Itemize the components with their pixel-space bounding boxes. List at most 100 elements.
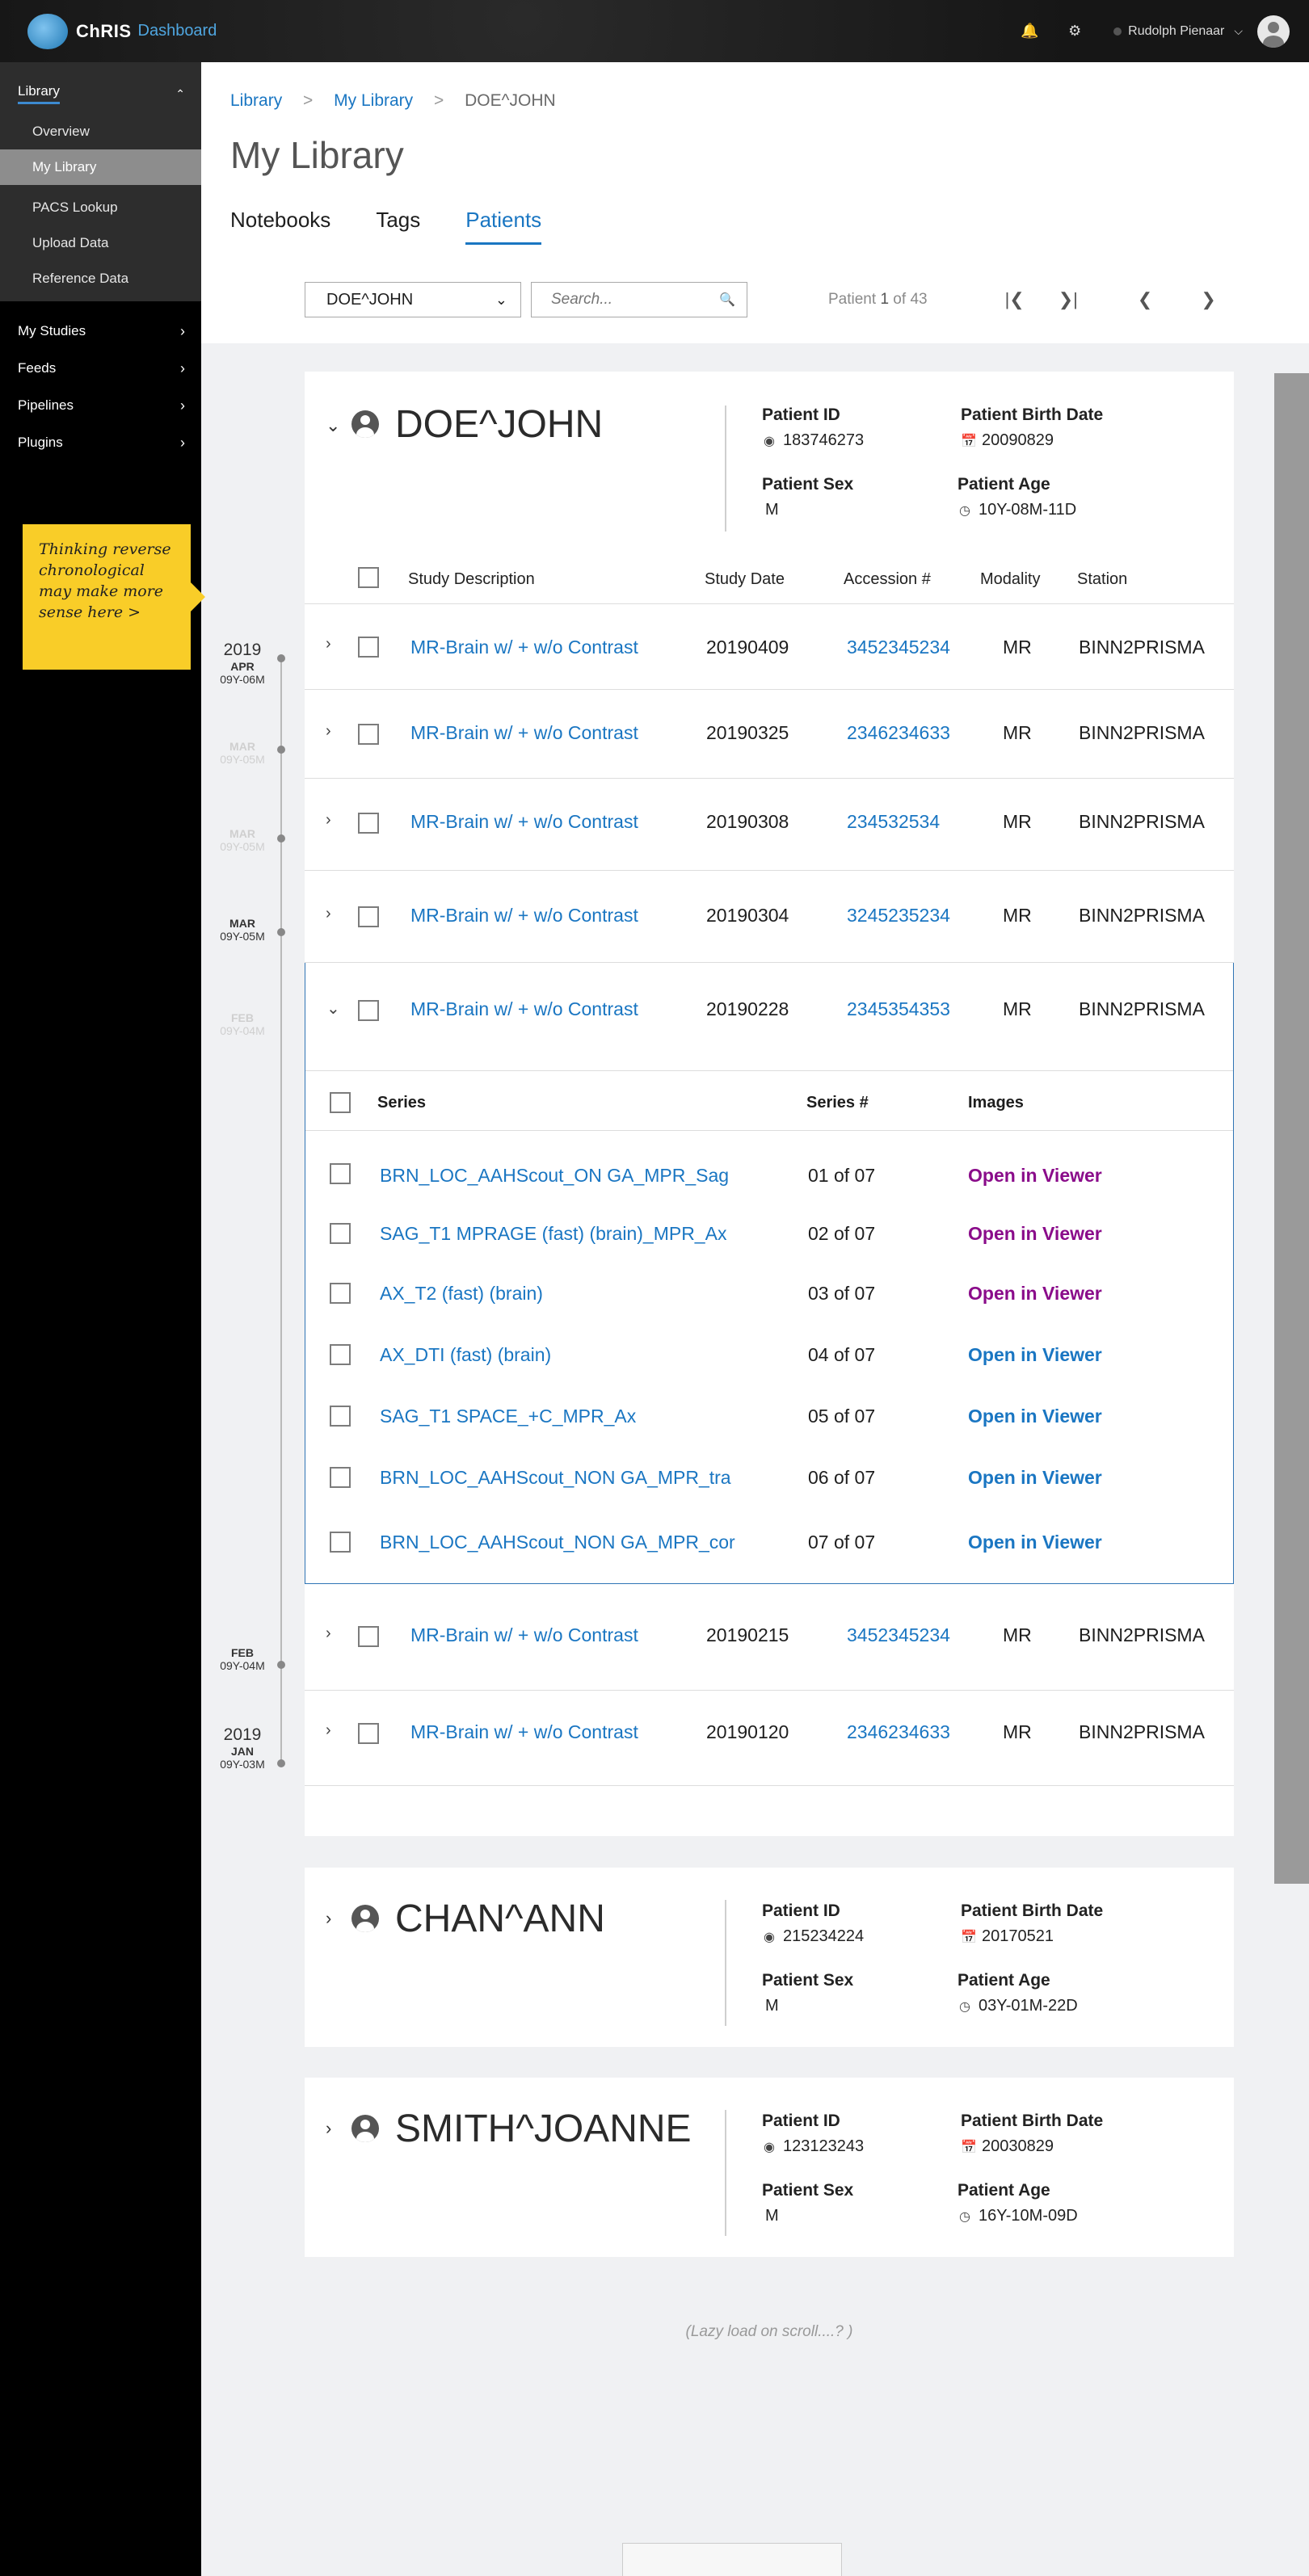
select-all-checkbox[interactable]: [358, 567, 379, 588]
sidebar-item-plugins[interactable]: Plugins ›: [0, 424, 201, 461]
user-name[interactable]: Rudolph Pienaar: [1128, 24, 1224, 39]
accession-number[interactable]: 2346234633: [847, 1721, 950, 1743]
study-description[interactable]: MR-Brain w/ + w/o Contrast: [410, 998, 638, 1020]
breadcrumb-library[interactable]: Library: [230, 91, 282, 110]
patient-card[interactable]: › CHAN^ANN Patient ID ◉ 215234224 Patient…: [305, 1868, 1234, 2047]
table-row[interactable]: › MR-Brain w/ + w/o Contrast 20190215 34…: [305, 1584, 1234, 1691]
open-in-viewer-link[interactable]: Open in Viewer: [968, 1532, 1102, 1553]
next-icon[interactable]: ❯: [1201, 289, 1215, 310]
series-name[interactable]: BRN_LOC_AAHScout_ON GA_MPR_Sag: [380, 1165, 729, 1187]
series-checkbox[interactable]: [330, 1283, 351, 1304]
sidebar-item-feeds[interactable]: Feeds ›: [0, 350, 201, 387]
row-checkbox[interactable]: [358, 1000, 379, 1021]
study-description[interactable]: MR-Brain w/ + w/o Contrast: [410, 637, 638, 658]
accession-number[interactable]: 2345354353: [847, 998, 950, 1020]
chevron-right-icon[interactable]: ›: [326, 722, 331, 741]
open-in-viewer-link[interactable]: Open in Viewer: [968, 1283, 1102, 1305]
series-checkbox[interactable]: [330, 1344, 351, 1365]
series-checkbox[interactable]: [330, 1532, 351, 1553]
avatar[interactable]: [1257, 15, 1290, 48]
series-row[interactable]: BRN_LOC_AAHScout_NON GA_MPR_cor 07 of 07…: [305, 1511, 1233, 1583]
row-checkbox[interactable]: [358, 1723, 379, 1744]
sidebar-item-overview[interactable]: Overview: [0, 114, 201, 149]
search-icon[interactable]: 🔍: [719, 292, 735, 308]
accession-number[interactable]: 2346234633: [847, 722, 950, 744]
search-box[interactable]: 🔍: [531, 282, 747, 317]
series-checkbox[interactable]: [330, 1406, 351, 1427]
table-row[interactable]: › MR-Brain w/ + w/o Contrast 20190120 23…: [305, 1691, 1234, 1786]
sidebar-item-my-studies[interactable]: My Studies ›: [0, 313, 201, 350]
chevron-right-icon[interactable]: ›: [326, 2118, 331, 2139]
series-name[interactable]: SAG_T1 MPRAGE (fast) (brain)_MPR_Ax: [380, 1223, 726, 1245]
table-row[interactable]: › MR-Brain w/ + w/o Contrast 20190308 23…: [305, 779, 1234, 871]
series-row[interactable]: SAG_T1 SPACE_+C_MPR_Ax 05 of 07 Open in …: [305, 1388, 1233, 1449]
sidebar-item-reference-data[interactable]: Reference Data: [0, 261, 201, 296]
series-checkbox[interactable]: [330, 1163, 351, 1184]
study-description[interactable]: MR-Brain w/ + w/o Contrast: [410, 905, 638, 927]
row-checkbox[interactable]: [358, 724, 379, 745]
study-description[interactable]: MR-Brain w/ + w/o Contrast: [410, 722, 638, 744]
study-description[interactable]: MR-Brain w/ + w/o Contrast: [410, 1624, 638, 1646]
accession-number[interactable]: 3452345234: [847, 1624, 950, 1646]
chevron-right-icon[interactable]: ›: [326, 811, 331, 830]
last-page-icon[interactable]: ❯|: [1059, 289, 1078, 310]
accession-number[interactable]: 234532534: [847, 811, 940, 833]
breadcrumb-my-library[interactable]: My Library: [334, 91, 413, 110]
row-checkbox[interactable]: [358, 1626, 379, 1647]
select-all-series-checkbox[interactable]: [330, 1092, 351, 1113]
search-input[interactable]: [551, 291, 713, 309]
chevron-right-icon[interactable]: ›: [326, 1624, 331, 1643]
sidebar-item-library[interactable]: Library ⌃: [0, 78, 201, 109]
gear-icon[interactable]: ⚙: [1062, 19, 1088, 44]
series-name[interactable]: AX_T2 (fast) (brain): [380, 1283, 543, 1305]
sidebar-item-upload-data[interactable]: Upload Data: [0, 225, 201, 261]
series-row[interactable]: AX_DTI (fast) (brain) 04 of 07 Open in V…: [305, 1326, 1233, 1388]
open-in-viewer-link[interactable]: Open in Viewer: [968, 1406, 1102, 1427]
accession-number[interactable]: 3452345234: [847, 637, 950, 658]
open-in-viewer-link[interactable]: Open in Viewer: [968, 1344, 1102, 1366]
chevron-right-icon[interactable]: ›: [326, 905, 331, 923]
chevron-down-icon[interactable]: ⌄: [326, 998, 340, 1019]
chevron-right-icon[interactable]: ›: [326, 1721, 331, 1740]
series-name[interactable]: BRN_LOC_AAHScout_NON GA_MPR_tra: [380, 1467, 731, 1489]
chevron-right-icon[interactable]: ›: [326, 1908, 331, 1929]
chevron-right-icon[interactable]: ›: [326, 635, 331, 653]
scrollbar[interactable]: [1274, 373, 1309, 1884]
row-checkbox[interactable]: [358, 813, 379, 834]
patient-card[interactable]: › SMITH^JOANNE Patient ID ◉ 123123243 Pat…: [305, 2078, 1234, 2257]
series-name[interactable]: BRN_LOC_AAHScout_NON GA_MPR_cor: [380, 1532, 735, 1553]
tab-tags[interactable]: Tags: [376, 208, 420, 245]
row-checkbox[interactable]: [358, 906, 379, 927]
series-checkbox[interactable]: [330, 1467, 351, 1488]
table-row[interactable]: › MR-Brain w/ + w/o Contrast 20190304 32…: [305, 871, 1234, 963]
accession-number[interactable]: 3245235234: [847, 905, 950, 927]
sidebar-item-pipelines[interactable]: Pipelines ›: [0, 387, 201, 424]
series-checkbox[interactable]: [330, 1223, 351, 1244]
series-name[interactable]: SAG_T1 SPACE_+C_MPR_Ax: [380, 1406, 636, 1427]
table-row[interactable]: › MR-Brain w/ + w/o Contrast 20190409 34…: [305, 604, 1234, 690]
bell-icon[interactable]: 🔔: [1016, 19, 1042, 44]
row-checkbox[interactable]: [358, 637, 379, 658]
study-description[interactable]: MR-Brain w/ + w/o Contrast: [410, 1721, 638, 1743]
chevron-down-icon[interactable]: ⌄: [326, 415, 340, 436]
patient-select[interactable]: DOE^JOHN ⌄: [305, 282, 521, 317]
open-in-viewer-link[interactable]: Open in Viewer: [968, 1165, 1102, 1187]
first-page-icon[interactable]: |❮: [1005, 289, 1025, 310]
tab-notebooks[interactable]: Notebooks: [230, 208, 330, 245]
open-in-viewer-link[interactable]: Open in Viewer: [968, 1467, 1102, 1489]
previous-icon[interactable]: ❮: [1138, 289, 1152, 310]
brand[interactable]: ChRIS Dashboard: [27, 13, 217, 49]
series-row[interactable]: SAG_T1 MPRAGE (fast) (brain)_MPR_Ax 02 o…: [305, 1204, 1233, 1265]
table-row[interactable]: › MR-Brain w/ + w/o Contrast 20190325 23…: [305, 690, 1234, 779]
series-row[interactable]: BRN_LOC_AAHScout_ON GA_MPR_Sag 01 of 07 …: [305, 1142, 1233, 1204]
study-description[interactable]: MR-Brain w/ + w/o Contrast: [410, 811, 638, 833]
sidebar-item-my-library[interactable]: My Library: [0, 149, 201, 185]
tab-patients[interactable]: Patients: [465, 208, 542, 245]
open-in-viewer-link[interactable]: Open in Viewer: [968, 1223, 1102, 1245]
series-row[interactable]: AX_T2 (fast) (brain) 03 of 07 Open in Vi…: [305, 1265, 1233, 1326]
series-name[interactable]: AX_DTI (fast) (brain): [380, 1344, 551, 1366]
chevron-down-icon[interactable]: ⌵: [1234, 24, 1243, 38]
series-row[interactable]: BRN_LOC_AAHScout_NON GA_MPR_tra 06 of 07…: [305, 1449, 1233, 1511]
sidebar-item-pacs-lookup[interactable]: PACS Lookup: [0, 190, 201, 225]
table-row[interactable]: ⌄ MR-Brain w/ + w/o Contrast 20190228 23…: [305, 963, 1233, 1071]
